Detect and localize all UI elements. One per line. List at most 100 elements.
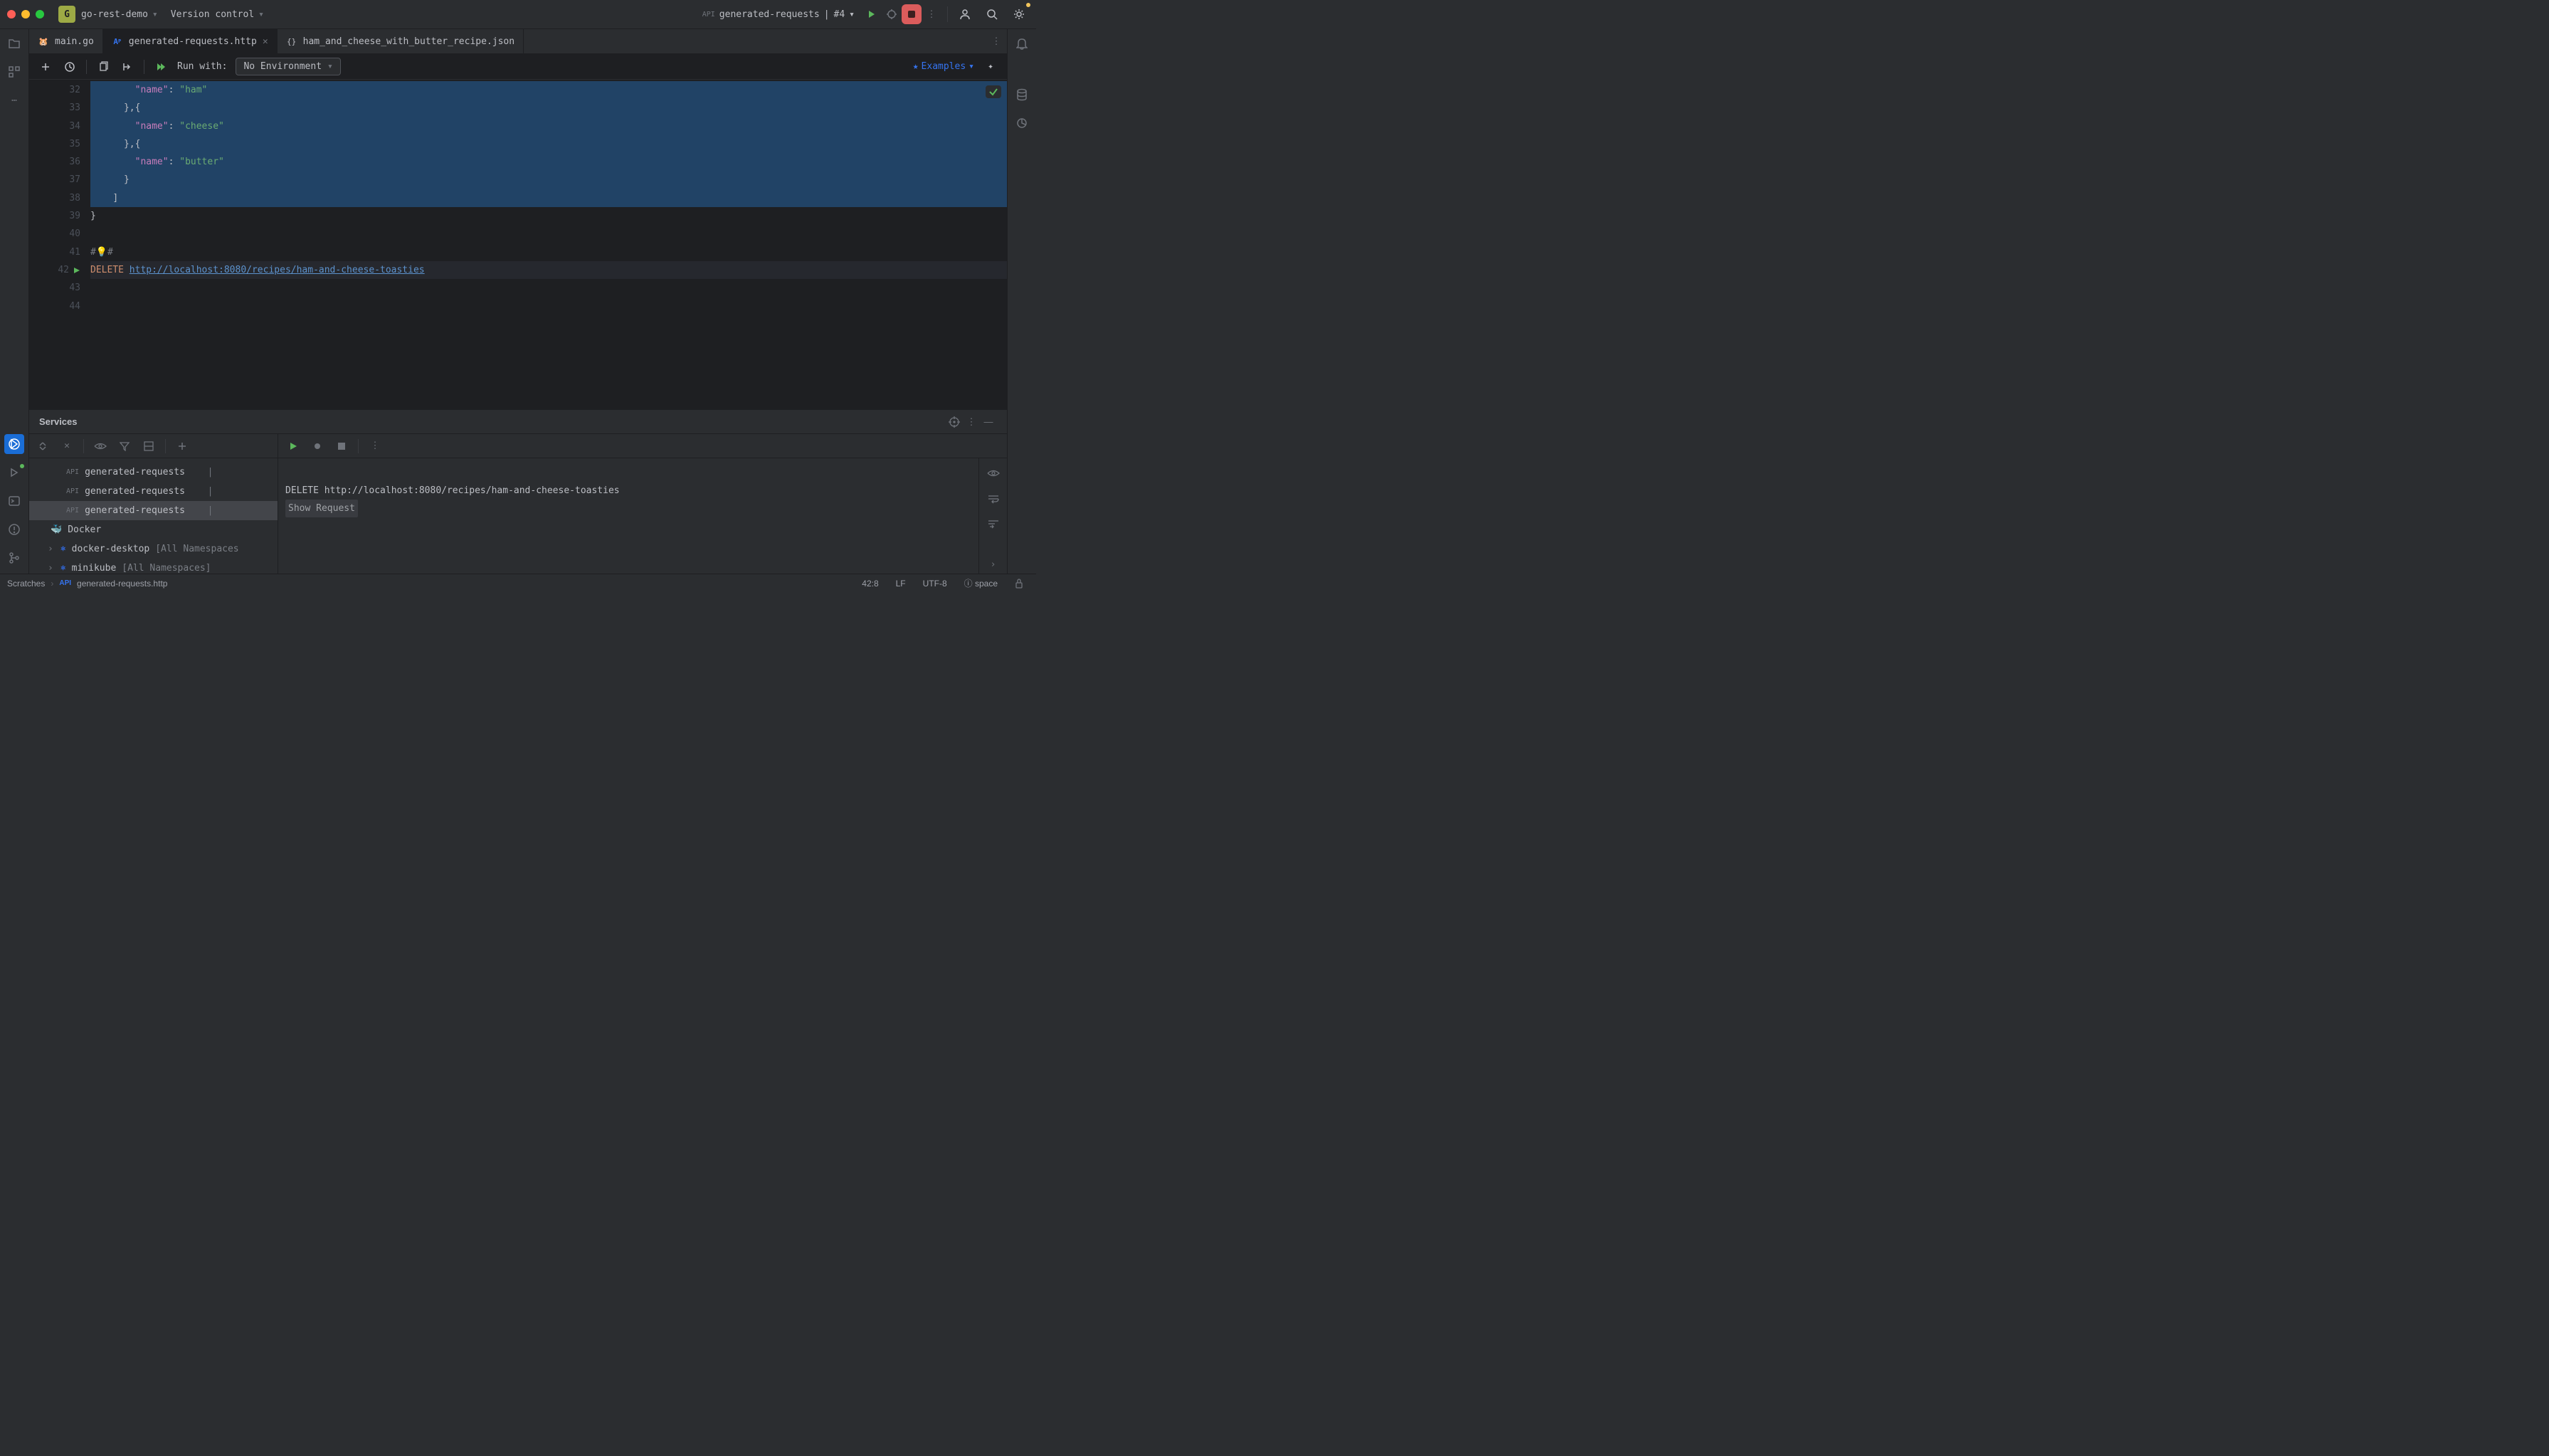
chevron-down-icon[interactable]: ▾ xyxy=(152,9,158,20)
examples-link[interactable]: ★ Examples ▾ xyxy=(913,61,974,72)
tab-recipe-json[interactable]: {} ham_and_cheese_with_butter_recipe.jso… xyxy=(278,29,524,53)
response-output[interactable]: DELETE http://localhost:8080/recipes/ham… xyxy=(278,458,978,574)
more-horizontal-icon[interactable]: ⋯ xyxy=(4,90,24,110)
version-control-menu[interactable]: Version control xyxy=(171,9,254,20)
code-line[interactable]: "name": "butter" xyxy=(90,153,1007,171)
code-with-me-icon[interactable] xyxy=(955,4,975,24)
lock-icon[interactable] xyxy=(1009,579,1029,589)
search-icon[interactable] xyxy=(982,4,1002,24)
copy-icon[interactable] xyxy=(95,59,111,75)
tab-main-go[interactable]: 🐹 main.go xyxy=(29,29,103,53)
code-line[interactable]: } xyxy=(90,207,1007,225)
line-number: 35 xyxy=(29,135,80,153)
line-ending[interactable]: LF xyxy=(890,579,912,589)
breadcrumb-file[interactable]: generated-requests.http xyxy=(77,579,167,589)
debug-button[interactable] xyxy=(882,4,902,24)
code-line[interactable]: ] xyxy=(90,189,1007,207)
editor-tabs: 🐹 main.go AP generated-requests.http ✕ {… xyxy=(29,29,1007,54)
run-line-icon[interactable] xyxy=(73,267,80,274)
chevron-right-icon[interactable]: › xyxy=(48,544,53,554)
services-panel: Services ⋮ — ✕ xyxy=(29,409,1007,574)
code-area[interactable]: "name": "ham" },{ "name": "cheese" },{ "… xyxy=(90,80,1007,409)
more-icon[interactable]: ⋮ xyxy=(986,29,1007,53)
database-icon[interactable] xyxy=(1012,85,1032,105)
tab-generated-requests[interactable]: AP generated-requests.http ✕ xyxy=(103,29,278,53)
services-tree-request[interactable]: API generated-requests | xyxy=(29,463,278,482)
chevron-right-icon[interactable]: › xyxy=(984,555,1003,574)
terminal-icon[interactable] xyxy=(4,491,24,511)
code-line[interactable]: } xyxy=(90,171,1007,189)
minimize-icon[interactable] xyxy=(21,10,30,19)
import-icon[interactable] xyxy=(120,59,135,75)
environment-select[interactable]: No Environment ▾ xyxy=(236,58,340,75)
run-all-button[interactable] xyxy=(153,59,169,75)
code-line[interactable]: },{ xyxy=(90,99,1007,117)
services-icon[interactable] xyxy=(4,434,24,454)
expand-collapse-icon[interactable] xyxy=(35,438,51,454)
structure-icon[interactable] xyxy=(4,62,24,82)
close-icon[interactable]: ✕ xyxy=(263,36,268,47)
ai-sparkle-icon[interactable]: ✦ xyxy=(983,59,998,75)
breadcrumb-root[interactable]: Scratches xyxy=(7,579,45,589)
project-badge[interactable]: G xyxy=(58,6,75,23)
project-name[interactable]: go-rest-demo xyxy=(81,9,148,20)
code-line[interactable]: #💡# xyxy=(90,243,1007,261)
run-tool-icon[interactable] xyxy=(4,463,24,482)
eye-icon[interactable] xyxy=(93,438,108,454)
line-number: 41 xyxy=(29,243,80,261)
more-icon[interactable]: ⋮ xyxy=(963,413,980,431)
settings-icon[interactable] xyxy=(1009,4,1029,24)
debug-icon[interactable] xyxy=(310,438,325,454)
show-request-button[interactable]: Show Request xyxy=(285,500,971,517)
code-line[interactable] xyxy=(90,279,1007,297)
chevron-right-icon[interactable]: › xyxy=(48,563,53,574)
code-line[interactable] xyxy=(90,297,1007,315)
run-button[interactable] xyxy=(862,4,882,24)
cursor-position[interactable]: 42:8 xyxy=(856,579,884,589)
services-tree-request[interactable]: API generated-requests | xyxy=(29,501,278,520)
services-tree-request[interactable]: API generated-requests | xyxy=(29,482,278,501)
line-number: 36 xyxy=(29,153,80,171)
code-line[interactable]: DELETE http://localhost:8080/recipes/ham… xyxy=(90,261,1007,279)
group-icon[interactable] xyxy=(141,438,157,454)
code-line[interactable]: },{ xyxy=(90,135,1007,153)
code-line[interactable]: "name": "ham" xyxy=(90,81,1007,99)
project-icon[interactable] xyxy=(4,33,24,53)
services-tree[interactable]: API generated-requests |API generated-re… xyxy=(29,458,278,574)
problems-icon[interactable] xyxy=(4,519,24,539)
notifications-icon[interactable] xyxy=(1012,33,1032,53)
stop-icon[interactable] xyxy=(334,438,349,454)
maximize-icon[interactable] xyxy=(36,10,44,19)
more-icon[interactable]: ⋮ xyxy=(922,4,941,24)
target-icon[interactable] xyxy=(946,413,963,431)
close-icon[interactable] xyxy=(7,10,16,19)
inspection-checkmark-icon[interactable] xyxy=(986,85,1001,98)
more-icon[interactable]: ⋮ xyxy=(367,438,383,454)
code-line[interactable]: "name": "cheese" xyxy=(90,117,1007,135)
add-icon[interactable] xyxy=(38,59,53,75)
editor-toolbar: Run with: No Environment ▾ ★ Examples ▾ … xyxy=(29,54,1007,80)
minimize-icon[interactable]: — xyxy=(980,413,997,431)
chevron-down-icon[interactable]: ▾ xyxy=(258,9,264,20)
run-button[interactable] xyxy=(285,438,301,454)
scroll-to-end-icon[interactable] xyxy=(984,515,1003,534)
stop-button[interactable] xyxy=(902,4,922,24)
services-tree-context[interactable]: ›⎈ docker-desktop [All Namespaces xyxy=(29,539,278,559)
git-icon[interactable] xyxy=(4,548,24,568)
services-tree-docker[interactable]: 🐳 Docker xyxy=(29,520,278,539)
add-icon[interactable] xyxy=(174,438,190,454)
history-icon[interactable] xyxy=(62,59,78,75)
run-configuration-selector[interactable]: API generated-requests | #4 ▾ xyxy=(702,9,855,20)
encoding[interactable]: UTF-8 xyxy=(917,579,953,589)
code-editor[interactable]: 32333435363738394041424344 "name": "ham"… xyxy=(29,80,1007,409)
coverage-icon[interactable] xyxy=(1012,113,1032,133)
services-tree-toolbar: ✕ xyxy=(29,434,278,458)
eye-icon[interactable] xyxy=(984,464,1003,482)
soft-wrap-icon[interactable] xyxy=(984,490,1003,508)
line-number: 40 xyxy=(29,225,80,243)
filter-icon[interactable] xyxy=(117,438,132,454)
code-line[interactable] xyxy=(90,225,1007,243)
services-tree-context[interactable]: ›⎈ minikube [All Namespaces] xyxy=(29,559,278,574)
close-icon[interactable]: ✕ xyxy=(59,438,75,454)
indent[interactable]: ⓘ space xyxy=(959,577,1003,589)
